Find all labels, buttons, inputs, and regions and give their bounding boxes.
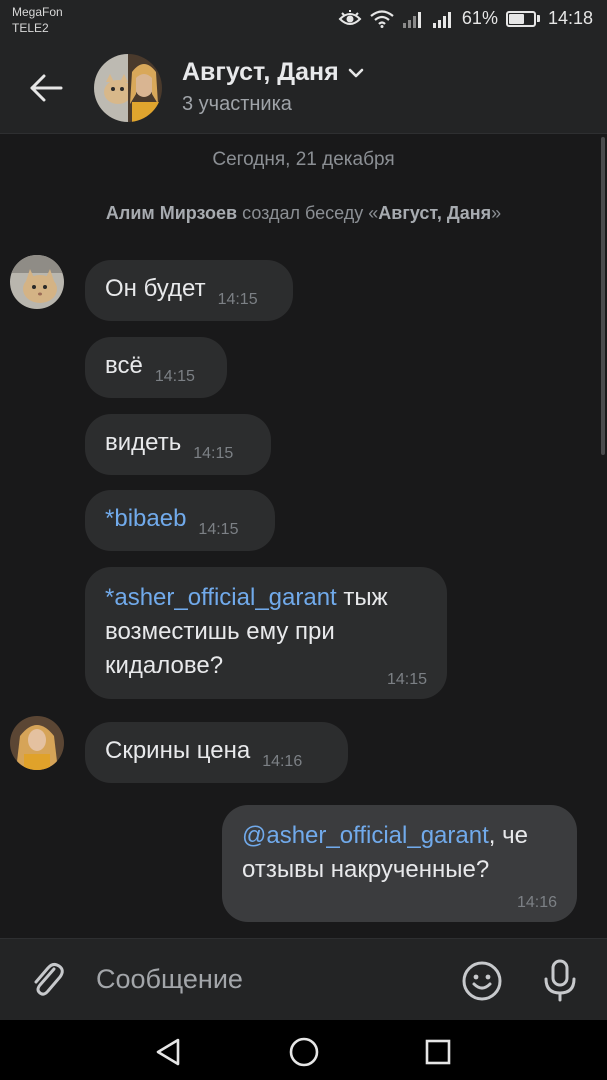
microphone-icon	[544, 959, 576, 1002]
battery-percent: 61%	[461, 8, 498, 28]
nav-recents-button[interactable]	[418, 1032, 458, 1072]
circle-home-icon	[289, 1037, 319, 1067]
carrier-2: TELE2	[12, 21, 49, 35]
avatar[interactable]	[10, 255, 64, 309]
mention-link[interactable]: *bibaeb	[105, 505, 186, 532]
attach-button[interactable]	[26, 957, 70, 1001]
carrier-1: MegaFon	[12, 5, 63, 19]
triangle-back-icon	[156, 1038, 180, 1066]
message-line: *asher_official_garant тыж	[105, 581, 427, 615]
service-author[interactable]: Алим Мирзоев	[106, 203, 237, 223]
message-text: видеть	[105, 429, 182, 456]
message-bubble[interactable]: видеть 14:15	[85, 414, 271, 475]
message-composer	[0, 938, 607, 1020]
message-text: Скрины цена	[105, 737, 251, 764]
message-time: 14:15	[217, 291, 258, 308]
message-time: 14:15	[193, 445, 234, 462]
voice-message-button[interactable]	[538, 957, 582, 1003]
emoji-button[interactable]	[460, 959, 504, 1003]
chevron-down-icon	[348, 68, 363, 77]
nav-home-button[interactable]	[284, 1032, 324, 1072]
nav-back-button[interactable]	[148, 1032, 188, 1072]
mention-link[interactable]: @asher_official_garant	[242, 822, 489, 849]
message-bubble[interactable]: всё 14:15	[85, 337, 227, 398]
battery-icon	[505, 10, 540, 27]
arrow-left-icon	[30, 74, 63, 102]
message-time: 14:15	[198, 521, 239, 538]
service-close: »	[491, 203, 502, 223]
chat-header: Август, Даня 3 участника	[0, 42, 607, 134]
message-text: всё	[105, 352, 143, 379]
signal-icon	[402, 11, 421, 28]
message-bubble-outgoing[interactable]: @asher_official_garant, че отзывы накруч…	[222, 805, 577, 922]
message-text: Он будет	[105, 275, 206, 302]
chat-title-area[interactable]: Август, Даня 3 участника	[182, 58, 365, 116]
square-recents-icon	[425, 1039, 451, 1065]
chat-title-row: Август, Даня	[182, 58, 365, 87]
message-text: , че	[488, 822, 528, 849]
status-bar: MegaFon TELE2 61% 14:18	[0, 0, 607, 42]
status-time: 14:18	[547, 8, 593, 28]
smile-icon	[462, 961, 502, 1001]
message-bubble[interactable]: *asher_official_garant тыж возместишь ем…	[85, 567, 447, 699]
mention-link[interactable]: *asher_official_garant	[105, 584, 337, 611]
back-button[interactable]	[22, 66, 70, 110]
eye-icon	[338, 9, 362, 25]
message-time: 14:16	[516, 894, 557, 911]
service-chat-name: Август, Даня	[378, 203, 492, 223]
message-time: 14:15	[154, 368, 195, 385]
avatar[interactable]	[10, 716, 64, 770]
message-input[interactable]	[96, 959, 436, 999]
service-message: Алим Мирзоев создал беседу «Август, Даня…	[0, 203, 607, 224]
chat-avatar[interactable]	[94, 54, 162, 122]
message-line: возместишь ему при	[105, 618, 335, 645]
date-separator: Сегодня, 21 декабря	[212, 149, 395, 170]
scrollbar[interactable]	[601, 137, 605, 455]
message-line: кидалове?	[105, 652, 224, 679]
status-icons: 61% 14:18	[338, 8, 593, 29]
message-bubble[interactable]: Он будет 14:15	[85, 260, 293, 321]
carrier-info: MegaFon TELE2	[12, 4, 63, 36]
message-list[interactable]: Сегодня, 21 декабря Алим Мирзоев создал …	[0, 135, 607, 938]
message-bubble[interactable]: *bibaeb 14:15	[85, 490, 275, 551]
message-line: отзывы накрученные?	[242, 856, 490, 883]
system-nav-bar	[0, 1020, 607, 1080]
message-line: @asher_official_garant, че	[242, 819, 557, 853]
signal-icon	[432, 11, 451, 28]
wifi-icon	[370, 9, 394, 28]
message-time: 14:15	[386, 671, 427, 688]
paperclip-icon	[34, 962, 64, 996]
chat-participants: 3 участника	[182, 93, 292, 115]
message-text: тыж	[343, 584, 388, 611]
message-bubble[interactable]: Скрины цена 14:16	[85, 722, 348, 783]
service-action: создал беседу «	[242, 203, 379, 223]
chat-title: Август, Даня	[182, 58, 339, 86]
message-time: 14:16	[262, 753, 303, 770]
